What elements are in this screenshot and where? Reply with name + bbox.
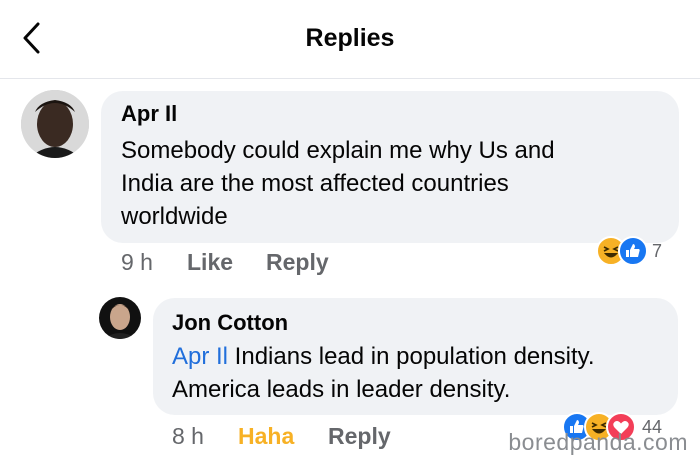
reply-button[interactable]: Reply — [328, 423, 391, 450]
comment-text: Somebody could explain me why Us and Ind… — [121, 134, 555, 233]
top-bar: Replies — [0, 0, 700, 79]
reply-timestamp[interactable]: 8 h — [172, 423, 204, 450]
comment-text-line: India are the most affected countries — [121, 170, 509, 197]
reply-button[interactable]: Reply — [266, 249, 329, 276]
avatar[interactable] — [21, 90, 89, 158]
like-icon — [618, 236, 648, 266]
reply-author[interactable]: Jon Cotton — [172, 310, 288, 336]
comment-text-line: Somebody could explain me why Us and — [121, 137, 555, 164]
mention-link[interactable]: Apr Il — [172, 343, 228, 370]
reply-text: Apr Il Indians lead in population densit… — [172, 340, 595, 406]
page-title: Replies — [305, 24, 395, 52]
comment-text-line: worldwide — [121, 203, 228, 230]
comment-author[interactable]: Apr Il — [121, 101, 177, 127]
watermark: boredpanda.com — [508, 429, 688, 455]
avatar[interactable] — [99, 297, 141, 339]
reply-text-span: Indians lead in population density. — [228, 343, 595, 370]
reply-text-line: Apr Il Indians lead in population densit… — [172, 340, 595, 373]
reply-text-line: America leads in leader density. — [172, 376, 511, 403]
comment-timestamp[interactable]: 9 h — [121, 249, 153, 276]
comment-reactions[interactable]: 7 — [596, 236, 680, 268]
haha-reaction-button[interactable]: Haha — [238, 423, 294, 450]
reaction-count: 7 — [652, 241, 663, 261]
like-button[interactable]: Like — [187, 249, 233, 276]
